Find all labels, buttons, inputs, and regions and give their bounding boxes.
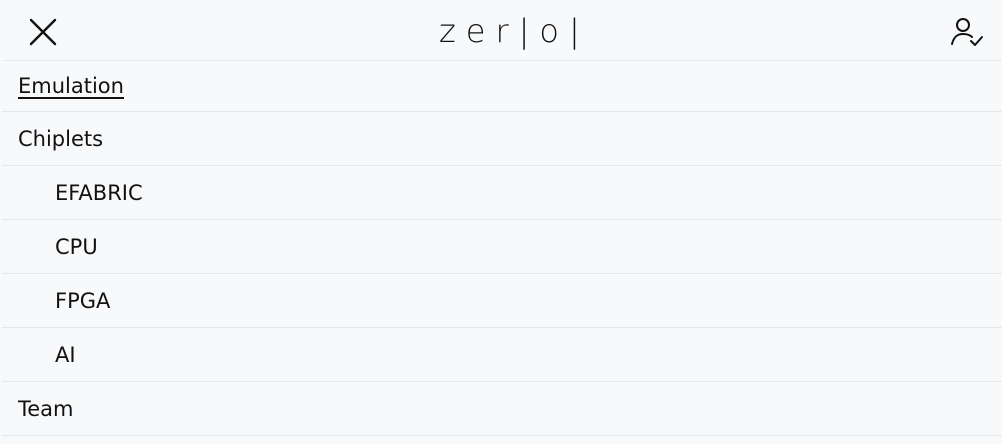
submenu-item-fpga[interactable]: FPGA <box>2 274 1002 328</box>
menu-item-chiplets[interactable]: Chiplets <box>2 112 1002 166</box>
close-icon[interactable] <box>28 17 58 47</box>
menu-item-label: CPU <box>55 234 98 259</box>
menu-item-label: FPGA <box>55 288 111 313</box>
brand-logo[interactable]: zer|o| <box>439 11 590 51</box>
mobile-nav-drawer: zer|o| Emulation Chiplets EFABRIC CPU FP… <box>0 0 1002 444</box>
menu-item-label: Team <box>18 396 74 421</box>
submenu-item-efabric[interactable]: EFABRIC <box>2 166 1002 220</box>
menu-item-label: Chiplets <box>18 126 104 151</box>
menu-item-emulation[interactable]: Emulation <box>2 61 1002 112</box>
drawer-header: zer|o| <box>2 0 1002 61</box>
menu-item-label: EFABRIC <box>55 180 143 205</box>
submenu-item-cpu[interactable]: CPU <box>2 220 1002 274</box>
menu-item-label: AI <box>55 342 76 367</box>
menu-item-team[interactable]: Team <box>2 382 1002 436</box>
menu-item-label: Emulation <box>18 74 124 98</box>
submenu-item-ai[interactable]: AI <box>2 328 1002 382</box>
nav-menu: Emulation Chiplets EFABRIC CPU FPGA AI T… <box>2 61 1002 436</box>
user-check-icon[interactable] <box>950 16 984 48</box>
